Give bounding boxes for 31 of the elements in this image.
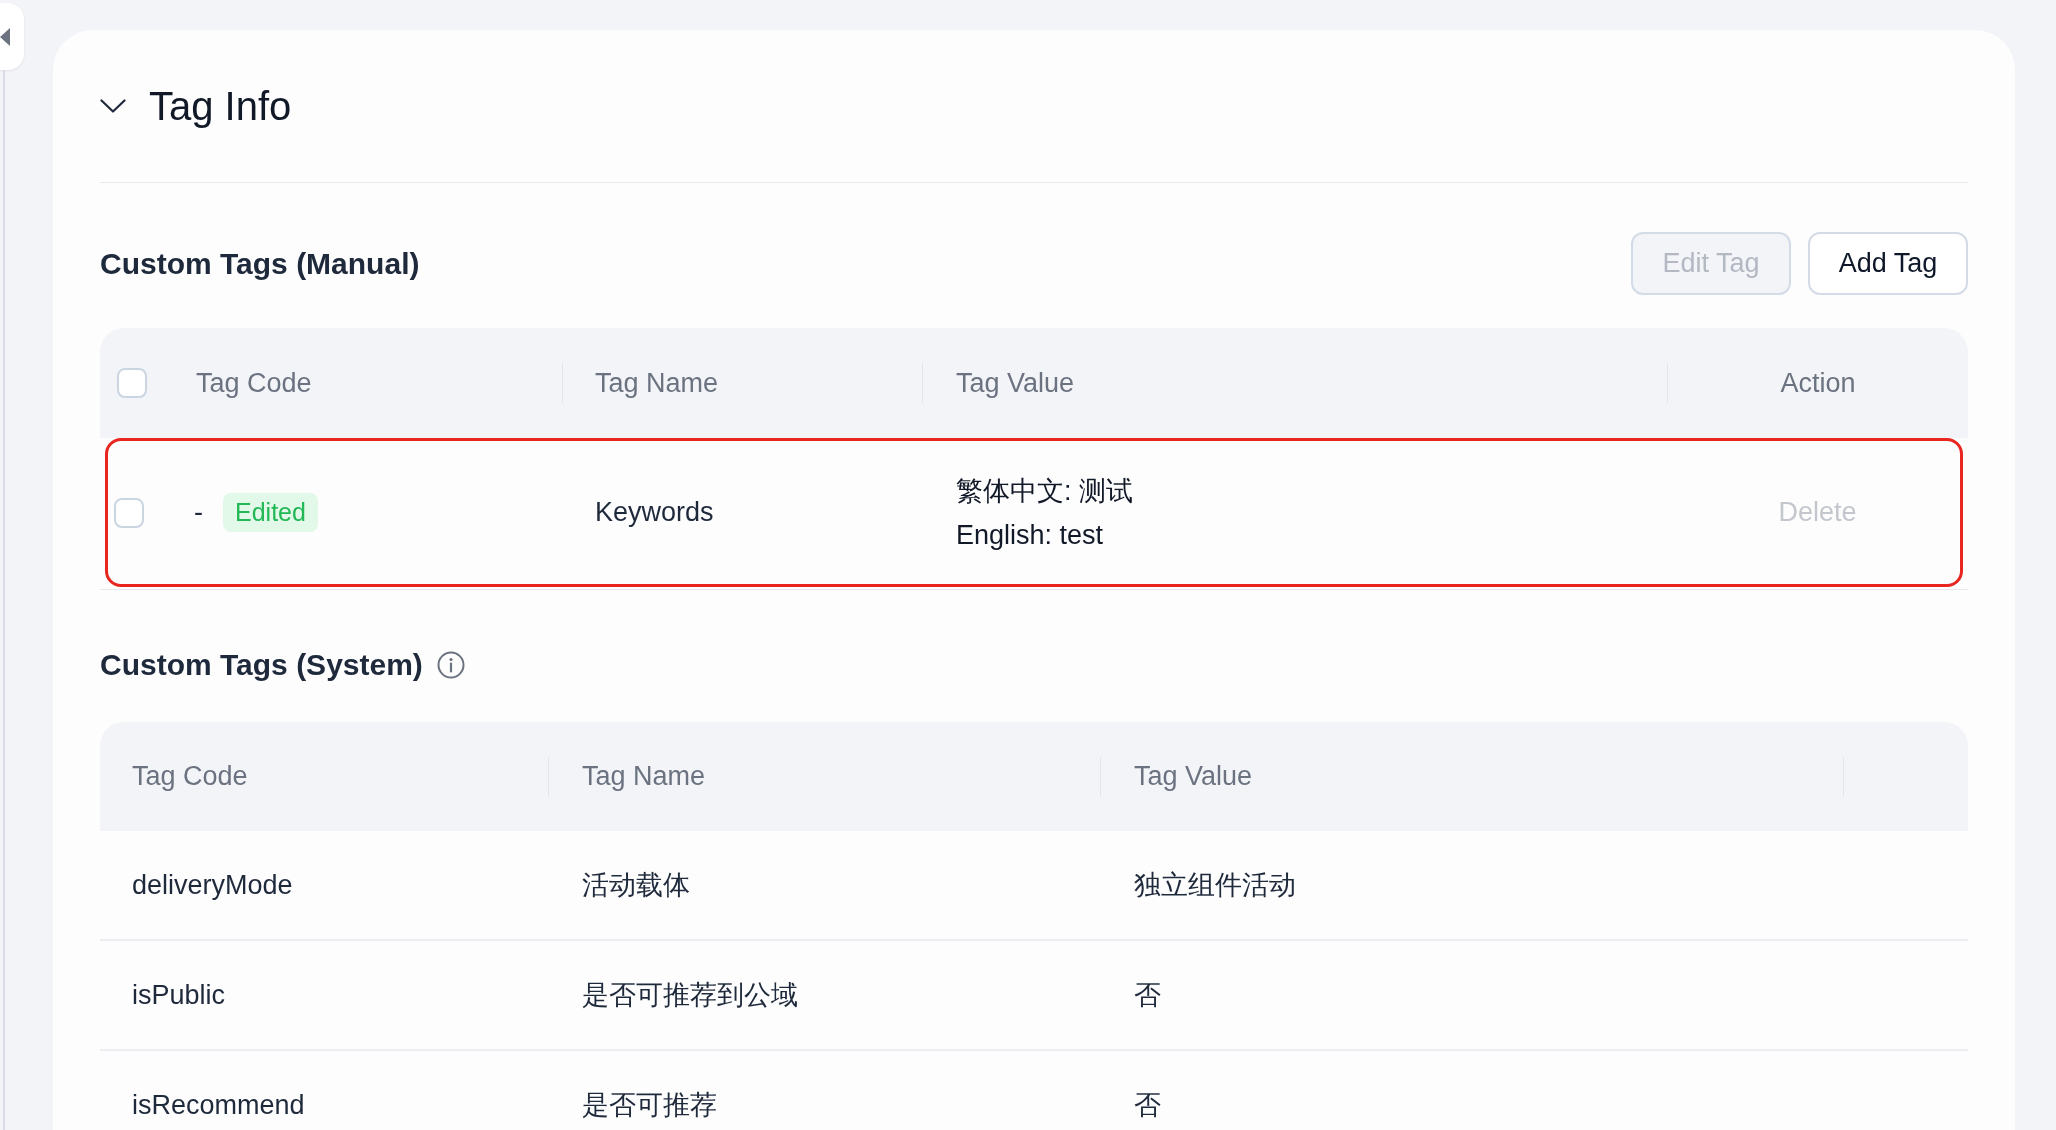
column-header: Tag Value — [1134, 760, 1253, 794]
chevron-down-icon[interactable] — [100, 99, 126, 113]
column-header: Action — [1780, 366, 1856, 400]
caret-left-icon — [0, 27, 10, 46]
sidebar-toggle-button[interactable] — [0, 3, 24, 70]
table-cell: 否 — [1134, 1089, 1161, 1120]
column-header: Tag Name — [582, 760, 706, 794]
table-cell: isRecommend — [132, 1089, 305, 1120]
tag-value-text: English: test — [956, 518, 1104, 552]
table-cell: 是否可推荐到公域 — [582, 979, 798, 1010]
checkbox[interactable] — [117, 368, 147, 398]
info-icon[interactable] — [436, 651, 465, 679]
column-header: Tag Code — [196, 366, 312, 400]
tag-code-text: - — [194, 496, 203, 530]
table-cell: 活动载体 — [582, 869, 690, 900]
column-header: Tag Value — [956, 366, 1075, 400]
table-cell: isPublic — [132, 979, 226, 1010]
table-cell: 独立组件活动 — [1134, 869, 1296, 900]
section-title: Tag Info — [149, 86, 292, 126]
subsection-title: Custom Tags (System) — [100, 650, 423, 680]
status-badge: Edited — [223, 493, 318, 532]
column-header: Tag Name — [595, 366, 719, 400]
add-tag-button[interactable]: Add Tag — [1808, 232, 1968, 295]
column-header: Tag Code — [132, 761, 248, 792]
subsection-title: Custom Tags (Manual) — [100, 248, 420, 279]
tag-value-text: 繁体中文: 测试 — [956, 474, 1133, 508]
table-cell: deliveryMode — [132, 869, 293, 900]
table-cell: 是否可推荐 — [582, 1089, 717, 1120]
table-cell: 否 — [1134, 979, 1161, 1010]
table-cell: Keywords — [595, 497, 714, 528]
checkbox[interactable] — [114, 497, 144, 528]
